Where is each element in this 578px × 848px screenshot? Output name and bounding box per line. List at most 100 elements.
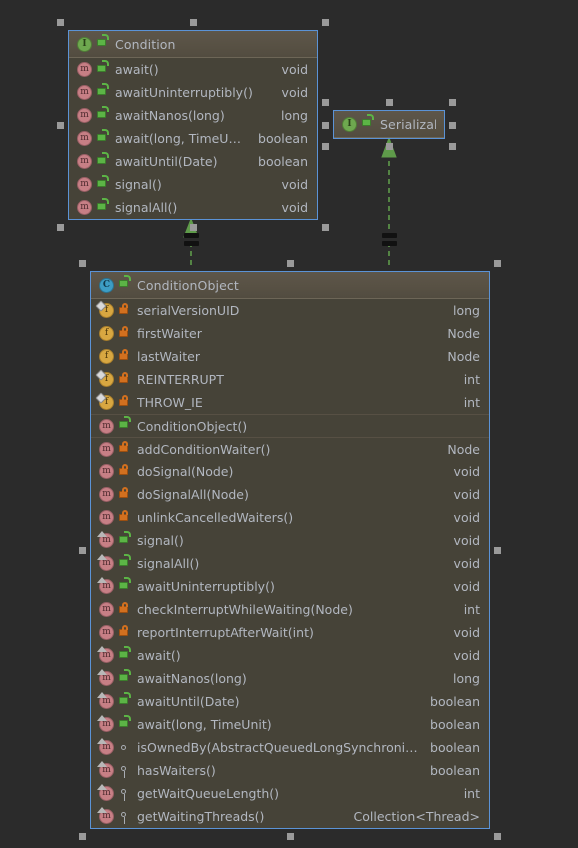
uml-member-type: boolean xyxy=(430,763,480,778)
method-icon: m xyxy=(99,510,114,525)
uml-member-type: void xyxy=(453,533,480,548)
uml-member-row[interactable]: m isOwnedBy(AbstractQueuedLongSynchronize… xyxy=(91,736,489,759)
uml-member-row[interactable]: m signal() void xyxy=(69,173,317,196)
private-lock-icon xyxy=(118,394,130,410)
uml-member-row[interactable]: m hasWaiters() boolean xyxy=(91,759,489,782)
uml-node-serializable[interactable]: I Serializable xyxy=(333,110,445,139)
uml-member-row[interactable]: m unlinkCancelledWaiters() void xyxy=(91,506,489,529)
resize-handle[interactable] xyxy=(190,224,197,231)
method-icon: m xyxy=(99,418,114,434)
uml-member-row[interactable]: m await(long, TimeUnit) boolean xyxy=(91,713,489,736)
private-lock-icon xyxy=(118,371,130,387)
uml-member-name: awaitUninterruptibly() xyxy=(115,85,253,100)
uml-node-condition[interactable]: I Condition m await() void m awaitUninterrupti… xyxy=(68,30,318,220)
uml-node-conditionobject[interactable]: C ConditionObject f serialVersionUID long f fi… xyxy=(90,271,490,829)
uml-member-row[interactable]: m awaitUntil(Date) boolean xyxy=(69,150,317,173)
resize-handle[interactable] xyxy=(386,143,393,150)
uml-member-type: void xyxy=(453,464,480,479)
uml-member-row[interactable]: m signalAll() void xyxy=(69,196,317,219)
field-icon: f xyxy=(99,326,114,341)
method-icon: m xyxy=(77,108,92,123)
protected-key-icon xyxy=(118,810,130,824)
override-decorator-icon xyxy=(97,715,107,721)
uml-node-header[interactable]: C ConditionObject xyxy=(91,272,489,299)
uml-member-row[interactable]: m awaitUninterruptibly() void xyxy=(69,81,317,104)
private-lock-icon xyxy=(118,486,130,502)
resize-handle[interactable] xyxy=(386,99,393,106)
private-lock-icon xyxy=(118,509,130,525)
uml-member-name: awaitUninterruptibly() xyxy=(137,579,275,594)
uml-node-members: f serialVersionUID long f firstWaiter Node f la… xyxy=(91,299,489,828)
resize-handle[interactable] xyxy=(494,260,501,267)
resize-handle[interactable] xyxy=(322,19,329,26)
resize-handle[interactable] xyxy=(322,122,329,129)
uml-node-header[interactable]: I Condition xyxy=(69,31,317,58)
uml-node-title: ConditionObject xyxy=(137,277,239,293)
resize-handle[interactable] xyxy=(287,833,294,840)
resize-handle[interactable] xyxy=(322,143,329,150)
method-icon: m xyxy=(97,577,114,594)
resize-handle[interactable] xyxy=(449,99,456,106)
uml-member-row[interactable]: f REINTERRUPT int xyxy=(91,368,489,391)
resize-handle[interactable] xyxy=(287,260,294,267)
uml-member-row[interactable]: m awaitUntil(Date) boolean xyxy=(91,690,489,713)
uml-member-row[interactable]: m awaitNanos(long) long xyxy=(91,667,489,690)
uml-member-row[interactable]: m ConditionObject() xyxy=(91,414,489,437)
resize-handle[interactable] xyxy=(79,260,86,267)
uml-member-row[interactable]: m awaitUninterruptibly() void xyxy=(91,575,489,598)
resize-handle[interactable] xyxy=(79,547,86,554)
uml-member-type: Node xyxy=(447,326,480,341)
uml-member-row[interactable]: f serialVersionUID long xyxy=(91,299,489,322)
resize-handle[interactable] xyxy=(449,122,456,129)
uml-member-row[interactable]: f firstWaiter Node xyxy=(91,322,489,345)
method-icon: m xyxy=(77,200,92,215)
uml-node-header[interactable]: I Serializable xyxy=(334,111,444,138)
resize-handle[interactable] xyxy=(57,224,64,231)
resize-handle[interactable] xyxy=(449,143,456,150)
resize-handle[interactable] xyxy=(57,19,64,26)
uml-member-row[interactable]: m checkInterruptWhileWaiting(Node) int xyxy=(91,598,489,621)
resize-handle[interactable] xyxy=(494,547,501,554)
uml-member-row[interactable]: m getWaitingThreads() Collection<Thread> xyxy=(91,805,489,828)
public-unlock-icon xyxy=(96,82,109,100)
uml-member-row[interactable]: f THROW_IE int xyxy=(91,391,489,414)
uml-member-row[interactable]: m await() void xyxy=(69,58,317,81)
override-decorator-icon xyxy=(97,646,107,652)
uml-member-row[interactable]: f lastWaiter Node xyxy=(91,345,489,368)
protected-key-icon xyxy=(118,764,130,778)
private-lock-icon xyxy=(118,441,130,456)
resize-handle[interactable] xyxy=(322,224,329,231)
uml-member-row[interactable]: m getWaitQueueLength() int xyxy=(91,782,489,805)
resize-handle[interactable] xyxy=(494,833,501,840)
uml-member-row[interactable]: m doSignalAll(Node) void xyxy=(91,483,489,506)
uml-member-type: Node xyxy=(447,441,480,457)
interface-icon: I xyxy=(77,36,92,52)
uml-member-row[interactable]: m addConditionWaiter() Node xyxy=(91,437,489,460)
method-icon: m xyxy=(99,487,114,502)
package-circle-icon xyxy=(118,741,130,755)
override-decorator-icon xyxy=(97,784,107,790)
override-decorator-icon xyxy=(97,669,107,675)
relation-label-condition[interactable] xyxy=(184,233,199,247)
override-decorator-icon xyxy=(97,577,107,583)
uml-member-type: int xyxy=(463,786,480,801)
resize-handle[interactable] xyxy=(79,833,86,840)
resize-handle[interactable] xyxy=(322,99,329,106)
uml-member-type: boolean xyxy=(258,154,308,169)
uml-member-name: THROW_IE xyxy=(137,395,203,410)
relation-label-serializable[interactable] xyxy=(382,233,397,247)
uml-member-row[interactable]: m doSignal(Node) void xyxy=(91,460,489,483)
uml-member-row[interactable]: m signal() void xyxy=(91,529,489,552)
uml-member-row[interactable]: m reportInterruptAfterWait(int) void xyxy=(91,621,489,644)
uml-member-row[interactable]: m signalAll() void xyxy=(91,552,489,575)
uml-member-row[interactable]: m await() void xyxy=(91,644,489,667)
public-unlock-icon xyxy=(118,668,131,686)
diagram-canvas[interactable]: I Condition m await() void m awaitUninterrupti… xyxy=(0,0,578,848)
resize-handle[interactable] xyxy=(57,122,64,129)
resize-handle[interactable] xyxy=(190,19,197,26)
uml-member-type: void xyxy=(453,487,480,502)
uml-member-row[interactable]: m awaitNanos(long) long xyxy=(69,104,317,127)
uml-member-row[interactable]: m await(long, TimeUnit) boolean xyxy=(69,127,317,150)
public-unlock-icon xyxy=(118,714,131,732)
public-unlock-icon xyxy=(118,645,131,663)
